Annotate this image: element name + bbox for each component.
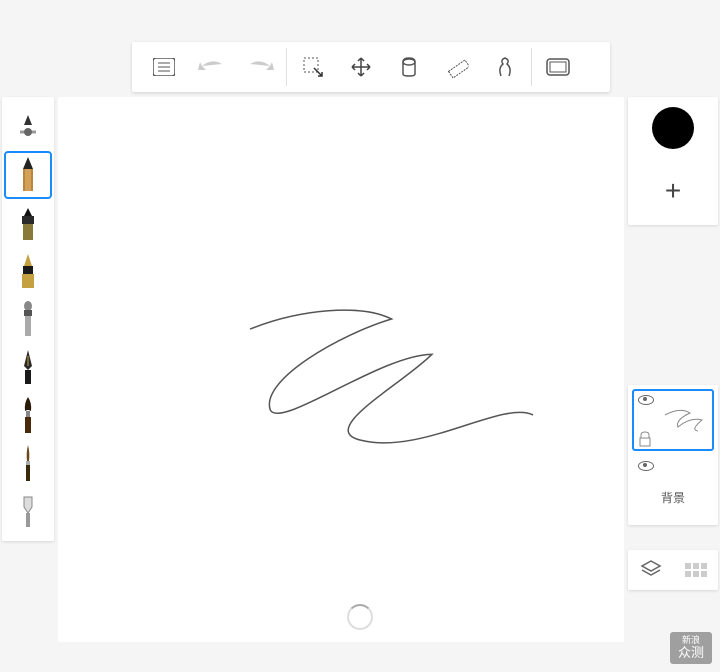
layer-background[interactable]: 背景 [632,455,714,517]
pencil-tool[interactable] [4,151,52,199]
undo-icon[interactable] [188,43,236,91]
current-color[interactable] [652,107,694,149]
frame-icon[interactable] [534,43,582,91]
fountain-pen-tool[interactable] [4,343,52,391]
visibility-icon[interactable] [638,395,654,405]
layer-label: 背景 [638,489,708,506]
fine-brush-tool[interactable] [4,439,52,487]
loading-spinner [347,604,373,630]
visibility-icon[interactable] [638,461,654,471]
list-icon[interactable] [140,43,188,91]
top-toolbar [132,42,610,92]
layer-1[interactable] [632,389,714,451]
chisel-tool[interactable] [4,487,52,535]
layers-icon[interactable] [640,559,662,582]
layers-panel: 背景 [628,385,718,525]
brush-tool[interactable] [4,391,52,439]
watermark: 新浪 众测 [670,632,712,664]
brush-settings-icon[interactable] [4,103,52,151]
pen-tool[interactable] [4,247,52,295]
canvas-area[interactable] [58,97,624,642]
airbrush-tool[interactable] [4,295,52,343]
shape-icon[interactable] [481,43,529,91]
ruler-icon[interactable] [433,43,481,91]
layer-actions [628,550,718,590]
grid-icon[interactable] [685,563,707,577]
lock-icon [638,431,652,447]
fill-icon[interactable] [385,43,433,91]
marker-tool[interactable] [4,199,52,247]
brush-toolbar [2,97,54,541]
color-panel: + [628,97,718,225]
add-color-button[interactable]: + [649,167,697,215]
move-icon[interactable] [337,43,385,91]
redo-icon[interactable] [236,43,284,91]
select-icon[interactable] [289,43,337,91]
